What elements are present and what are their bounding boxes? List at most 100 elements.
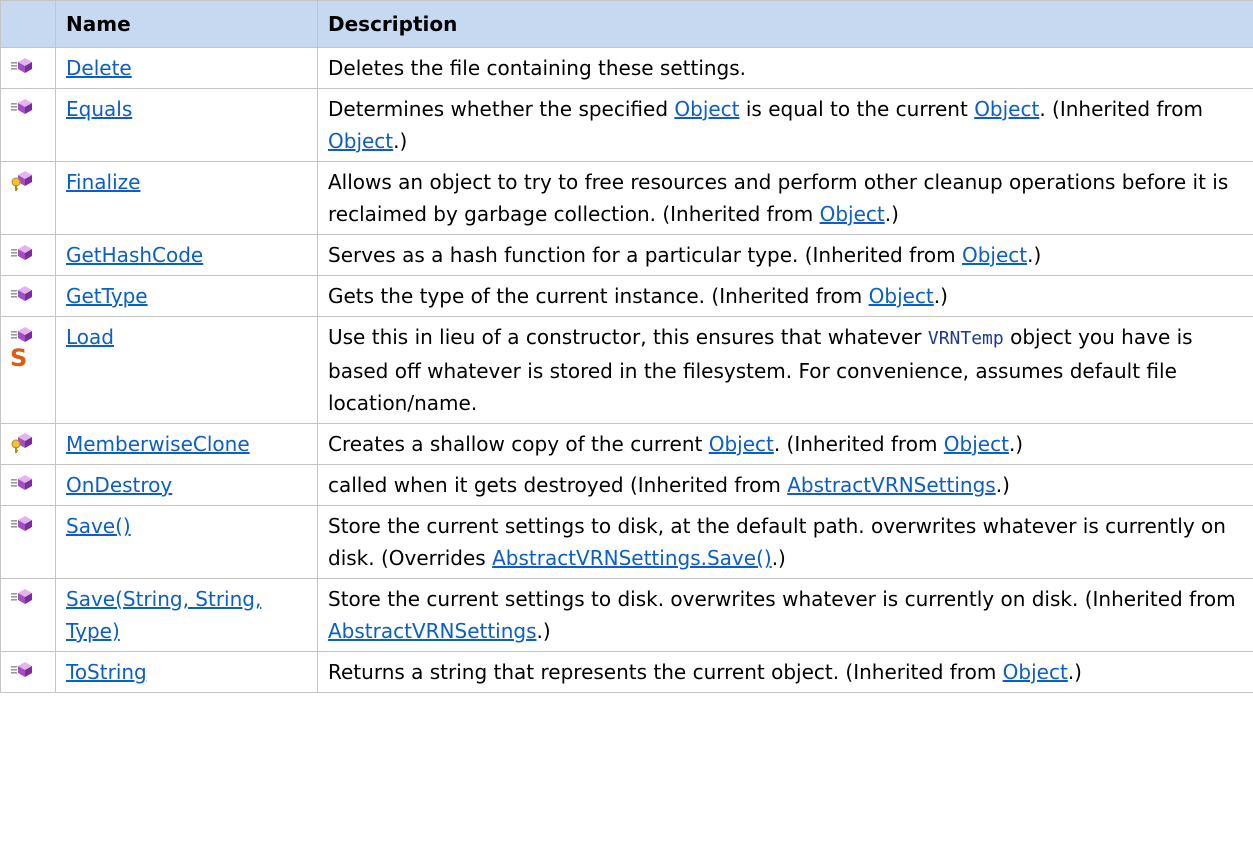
type-reference-link[interactable]: Object bbox=[1003, 660, 1068, 684]
member-icon-cell bbox=[0, 161, 56, 235]
member-icon-cell bbox=[0, 578, 56, 652]
type-reference-link[interactable]: Object bbox=[944, 432, 1009, 456]
member-name-cell: Equals bbox=[55, 88, 318, 162]
public-method-icon bbox=[10, 284, 55, 302]
type-reference-link[interactable]: Object bbox=[328, 129, 393, 153]
table-row: Finalize Allows an object to try to free … bbox=[0, 161, 1253, 235]
member-description-cell: Store the current settings to disk. over… bbox=[317, 578, 1253, 652]
header-icon-column bbox=[0, 0, 56, 48]
table-row: GetHashCode Serves as a hash function for… bbox=[0, 234, 1253, 276]
type-reference-link[interactable]: Object bbox=[820, 202, 885, 226]
table-row: OnDestroy called when it gets destroyed (… bbox=[0, 464, 1253, 506]
public-method-icon bbox=[10, 97, 55, 115]
member-name-cell: Save(String, String, Type) bbox=[55, 578, 318, 652]
public-method-icon bbox=[10, 325, 55, 343]
member-name-link[interactable]: Save() bbox=[66, 514, 131, 538]
public-method-icon bbox=[10, 473, 55, 491]
member-name-link[interactable]: Finalize bbox=[66, 170, 140, 194]
members-body: Delete Deletes the file containing these … bbox=[0, 47, 1253, 693]
member-name-link[interactable]: Equals bbox=[66, 97, 132, 121]
type-reference-link[interactable]: Object bbox=[974, 97, 1039, 121]
member-name-cell: MemberwiseClone bbox=[55, 423, 318, 465]
header-description: Description bbox=[317, 0, 1253, 48]
static-member-icon: S bbox=[10, 344, 28, 372]
description-text: . (Inherited from bbox=[1039, 97, 1203, 121]
description-text: Creates a shallow copy of the current bbox=[328, 432, 709, 456]
member-name-link[interactable]: MemberwiseClone bbox=[66, 432, 250, 456]
type-reference-link[interactable]: AbstractVRNSettings bbox=[787, 473, 996, 497]
member-icon-cell bbox=[0, 234, 56, 276]
table-row: MemberwiseClone Creates a shallow copy of… bbox=[0, 423, 1253, 465]
type-reference-link[interactable]: Object bbox=[869, 284, 934, 308]
member-icon-cell bbox=[0, 423, 56, 465]
description-text: is equal to the current bbox=[739, 97, 975, 121]
description-text: . (Inherited from bbox=[773, 432, 944, 456]
header-name: Name bbox=[55, 0, 318, 48]
member-name-cell: ToString bbox=[55, 651, 318, 693]
member-icon-cell bbox=[0, 275, 56, 317]
table-row: S Load Use this in lieu of a constructor, … bbox=[0, 316, 1253, 424]
member-description-cell: Deletes the file containing these settin… bbox=[317, 47, 1253, 89]
member-description-cell: Determines whether the specified Object … bbox=[317, 88, 1253, 162]
member-icon-cell bbox=[0, 651, 56, 693]
member-name-link[interactable]: GetHashCode bbox=[66, 243, 203, 267]
description-text: .) bbox=[995, 473, 1010, 497]
table-row: Save() Store the current settings to disk… bbox=[0, 505, 1253, 579]
description-text: .) bbox=[393, 129, 408, 153]
type-reference-link[interactable]: Object bbox=[674, 97, 739, 121]
member-name-link[interactable]: ToString bbox=[66, 660, 147, 684]
table-row: Save(String, String, Type) Store the curr… bbox=[0, 578, 1253, 652]
member-description-cell: Gets the type of the current instance. (… bbox=[317, 275, 1253, 317]
description-text: Deletes the file containing these settin… bbox=[328, 56, 747, 80]
description-text: .) bbox=[536, 619, 551, 643]
protected-method-icon bbox=[10, 432, 55, 454]
table-row: Delete Deletes the file containing these … bbox=[0, 47, 1253, 89]
member-name-cell: Delete bbox=[55, 47, 318, 89]
members-table: Name Description Delete Deletes the file … bbox=[0, 0, 1253, 693]
description-text: Determines whether the specified bbox=[328, 97, 675, 121]
member-description-cell: called when it gets destroyed (Inherited… bbox=[317, 464, 1253, 506]
member-name-link[interactable]: OnDestroy bbox=[66, 473, 172, 497]
description-text: Serves as a hash function for a particul… bbox=[328, 243, 962, 267]
type-reference-link[interactable]: AbstractVRNSettings.Save() bbox=[492, 546, 772, 570]
member-description-cell: Returns a string that represents the cur… bbox=[317, 651, 1253, 693]
description-text: .) bbox=[1067, 660, 1082, 684]
member-icon-cell: S bbox=[0, 316, 56, 424]
type-reference-link[interactable]: Object bbox=[709, 432, 774, 456]
table-row: ToString Returns a string that represents… bbox=[0, 651, 1253, 693]
description-text: Allows an object to try to free resource… bbox=[328, 170, 1229, 226]
description-text: .) bbox=[1008, 432, 1024, 456]
description-text: .) bbox=[933, 284, 948, 308]
member-name-cell: Load bbox=[55, 316, 318, 424]
type-reference-link[interactable]: AbstractVRNSettings bbox=[328, 619, 537, 643]
member-icon-cell bbox=[0, 464, 56, 506]
public-method-icon bbox=[10, 514, 55, 532]
public-method-icon bbox=[10, 587, 55, 605]
member-description-cell: Allows an object to try to free resource… bbox=[317, 161, 1253, 235]
public-method-icon bbox=[10, 243, 55, 261]
public-method-icon bbox=[10, 56, 55, 74]
member-name-cell: GetHashCode bbox=[55, 234, 318, 276]
member-name-cell: GetType bbox=[55, 275, 318, 317]
protected-method-icon bbox=[10, 170, 55, 192]
code-identifier: VRNTemp bbox=[927, 328, 1004, 349]
description-text: Gets the type of the current instance. (… bbox=[328, 284, 869, 308]
member-name-cell: Finalize bbox=[55, 161, 318, 235]
header-row: Name Description bbox=[0, 0, 1253, 48]
description-text: Returns a string that represents the cur… bbox=[328, 660, 1003, 684]
table-row: GetType Gets the type of the current inst… bbox=[0, 275, 1253, 317]
description-text: .) bbox=[884, 202, 899, 226]
member-icon-cell bbox=[0, 88, 56, 162]
member-name-link[interactable]: Save(String, String, Type) bbox=[66, 587, 261, 643]
member-icon-cell bbox=[0, 47, 56, 89]
member-name-cell: OnDestroy bbox=[55, 464, 318, 506]
description-text: Use this in lieu of a constructor, this … bbox=[328, 325, 928, 349]
member-name-link[interactable]: GetType bbox=[66, 284, 148, 308]
description-text: .) bbox=[1027, 243, 1042, 267]
member-name-link[interactable]: Delete bbox=[66, 56, 132, 80]
member-name-link[interactable]: Load bbox=[66, 325, 114, 349]
type-reference-link[interactable]: Object bbox=[962, 243, 1027, 267]
description-text: .) bbox=[771, 546, 786, 570]
member-name-cell: Save() bbox=[55, 505, 318, 579]
public-method-icon bbox=[10, 660, 55, 678]
